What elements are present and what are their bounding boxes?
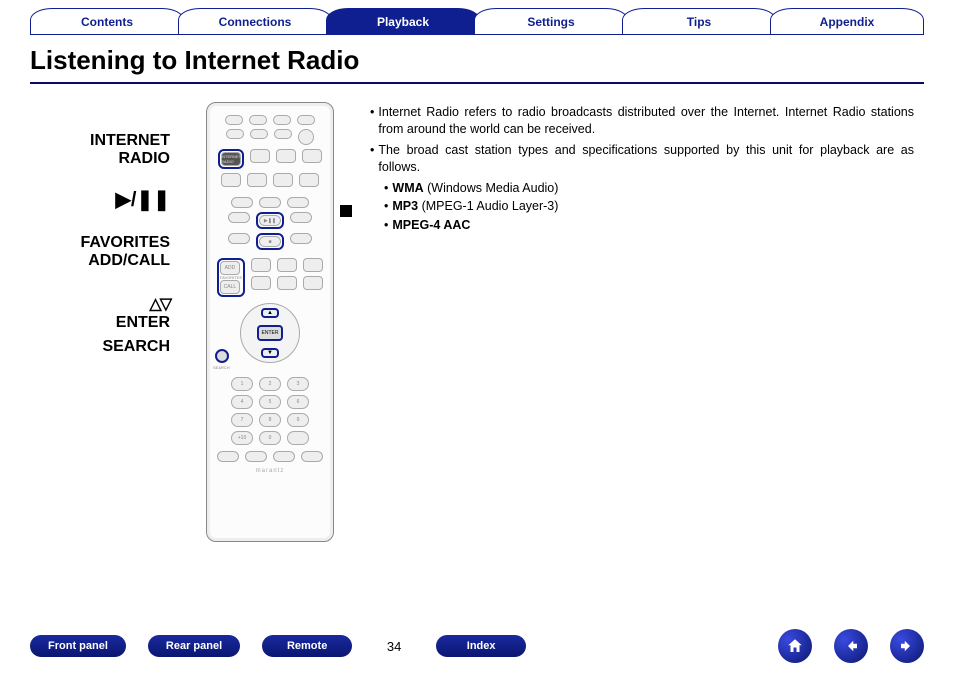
tab-settings[interactable]: Settings [474, 8, 628, 35]
paragraph-2: The broad cast station types and specifi… [378, 142, 914, 176]
format-wma: WMA (Windows Media Audio) [392, 180, 558, 197]
stop-icon [340, 205, 352, 217]
remote-callouts: INTERNET RADIO ▶/❚❚ FAVORITES ADD/CALL △… [30, 102, 170, 542]
next-button[interactable] [890, 629, 924, 663]
callout-radio: RADIO [90, 150, 170, 168]
remote-search-button [215, 349, 229, 363]
remote-down-button: ▼ [261, 348, 279, 358]
arrow-right-icon [898, 637, 916, 655]
tab-tips[interactable]: Tips [622, 8, 776, 35]
body-text: Internet Radio refers to radio broadcast… [370, 102, 924, 542]
remote-brand: marantz [207, 468, 333, 474]
remote-search-label: SEARCH [213, 365, 230, 370]
callout-up-down: △▽ [116, 296, 170, 314]
remote-enter-button: ENTER [257, 325, 283, 341]
home-icon [786, 637, 804, 655]
home-button[interactable] [778, 629, 812, 663]
callout-search: SEARCH [102, 338, 170, 356]
remote-diagram: INTERNET RADIO ▶❚❚ ■ ADD FAVORITES CALL [206, 102, 334, 542]
tab-playback[interactable]: Playback [326, 8, 480, 35]
remote-internet-radio-button: INTERNET RADIO [218, 149, 244, 169]
arrow-left-icon [842, 637, 860, 655]
paragraph-1: Internet Radio refers to radio broadcast… [378, 104, 914, 138]
remote-dpad: ▲ ENTER ▼ [240, 303, 300, 363]
footer-rear-panel[interactable]: Rear panel [148, 635, 240, 657]
main-content: INTERNET RADIO ▶/❚❚ FAVORITES ADD/CALL △… [0, 84, 954, 542]
callout-enter: ENTER [116, 314, 170, 332]
footer-remote[interactable]: Remote [262, 635, 352, 657]
remote-favorites-group: ADD FAVORITES CALL [217, 258, 245, 297]
page-title: Listening to Internet Radio [0, 35, 954, 80]
tab-contents[interactable]: Contents [30, 8, 184, 35]
footer-nav: Front panel Rear panel Remote 34 Index [0, 629, 954, 663]
remote-diagram-column: INTERNET RADIO ▶❚❚ ■ ADD FAVORITES CALL [190, 102, 350, 542]
remote-up-button: ▲ [261, 308, 279, 318]
page-number: 34 [374, 639, 414, 654]
tab-appendix[interactable]: Appendix [770, 8, 924, 35]
prev-button[interactable] [834, 629, 868, 663]
footer-index[interactable]: Index [436, 635, 526, 657]
remote-play-pause-button: ▶❚❚ [256, 212, 284, 229]
callout-favorites: FAVORITES [81, 234, 171, 252]
top-tabs: Contents Connections Playback Settings T… [0, 0, 954, 35]
callout-play-pause: ▶/❚❚ [116, 189, 170, 211]
callout-add-call: ADD/CALL [81, 252, 171, 270]
remote-stop-button: ■ [256, 233, 284, 250]
footer-front-panel[interactable]: Front panel [30, 635, 126, 657]
callout-internet: INTERNET [90, 132, 170, 150]
tab-connections[interactable]: Connections [178, 8, 332, 35]
format-mp3: MP3 (MPEG-1 Audio Layer-3) [392, 198, 558, 215]
format-aac: MPEG-4 AAC [392, 217, 470, 234]
